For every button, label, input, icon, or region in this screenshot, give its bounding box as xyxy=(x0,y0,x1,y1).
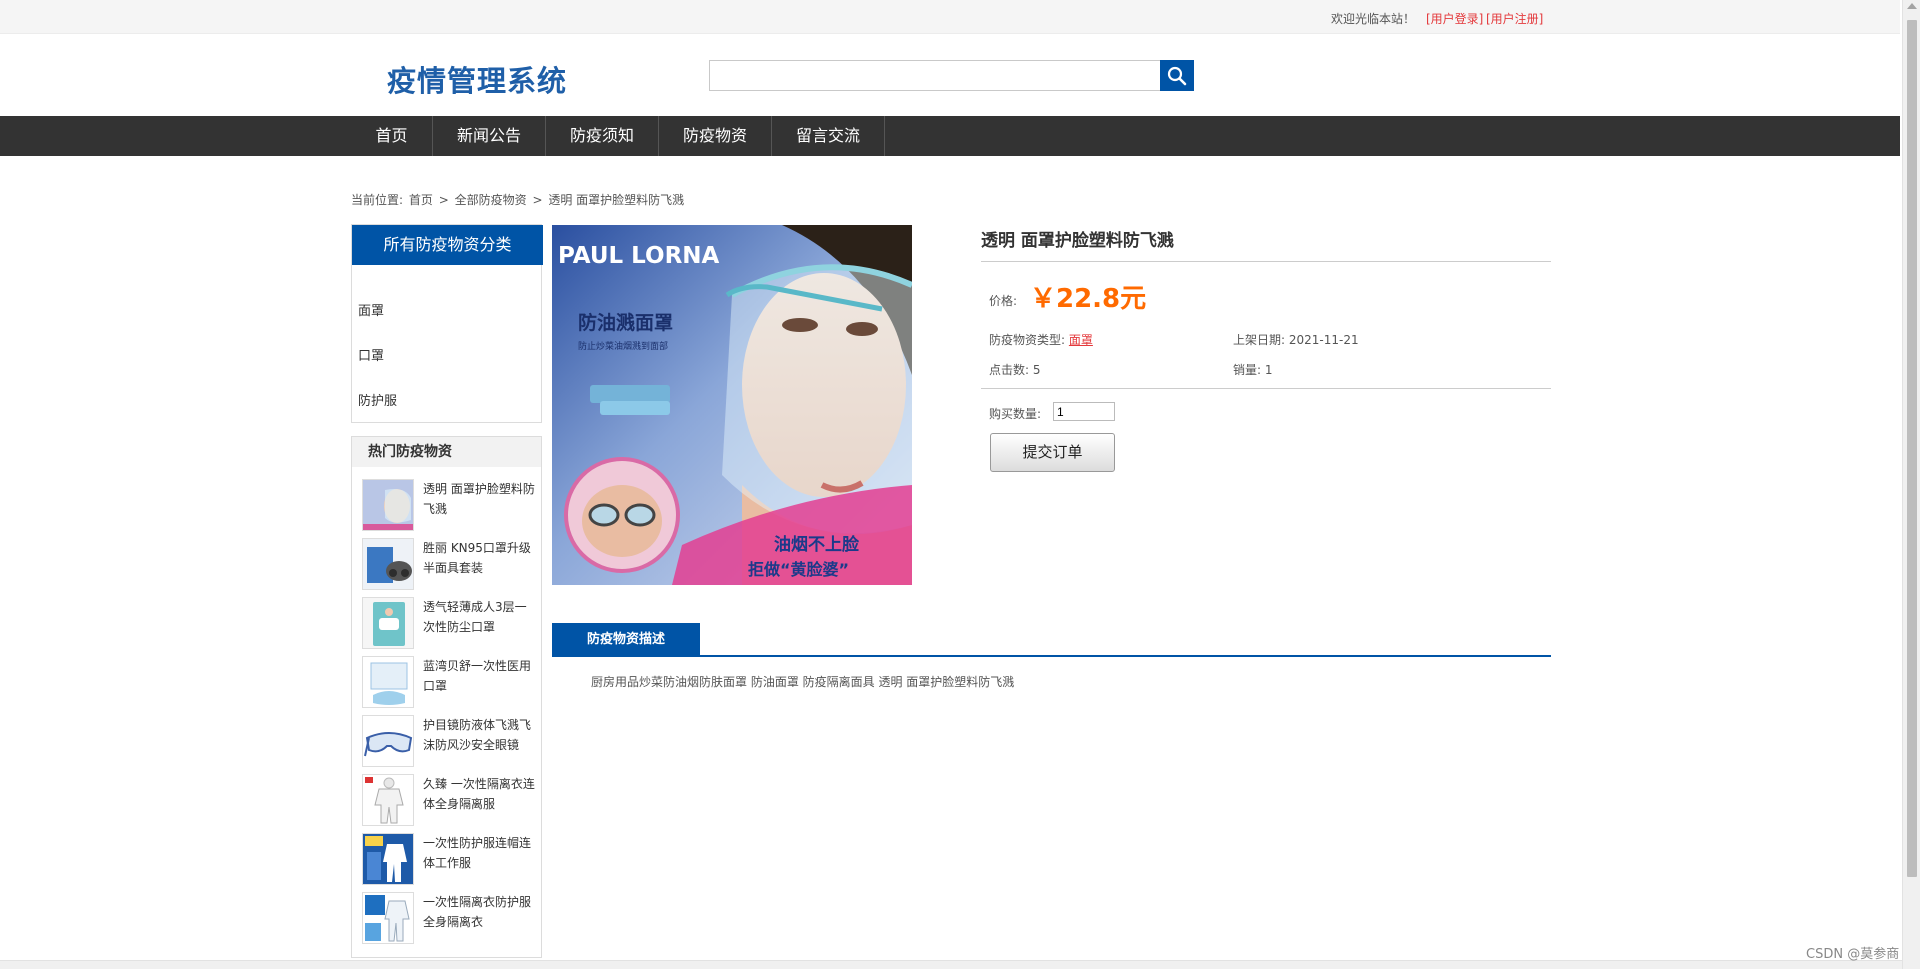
product-image: PAUL LORNA 防油溅面罩 防止炒菜油烟溅到面部 油烟不上脸 拒做“黄脸婆… xyxy=(552,225,912,585)
date-row: 上架日期: 2021-11-21 xyxy=(1233,331,1359,348)
tab-description[interactable]: 防疫物资描述 xyxy=(552,623,700,656)
breadcrumb: 当前位置: 首页 > 全部防疫物资 > 透明 面罩护脸塑料防飞溅 xyxy=(351,191,686,208)
breadcrumb-current: 透明 面罩护脸塑料防飞溅 xyxy=(548,193,685,207)
submit-order-button[interactable]: 提交订单 xyxy=(990,433,1115,472)
welcome-text: 欢迎光临本站！ xyxy=(1331,12,1416,26)
hot-items-title: 热门防疫物资 xyxy=(352,437,541,467)
product-title: 透明 面罩护脸塑料防飞溅 xyxy=(981,231,1174,251)
hot-item-name: 透气轻薄成人3层一次性防尘口罩 xyxy=(423,600,527,634)
vertical-scrollbar[interactable] xyxy=(1902,0,1920,969)
image-slogan-text: 防油溅面罩 xyxy=(578,311,673,334)
quantity-label: 购买数量: xyxy=(989,407,1042,421)
search-icon xyxy=(1167,66,1187,85)
hot-item-thumbnail xyxy=(362,597,414,649)
date-label: 上架日期: xyxy=(1233,333,1286,347)
price-label: 价格: xyxy=(989,294,1018,308)
type-row: 防疫物资类型: 面罩 xyxy=(989,331,1093,348)
divider xyxy=(981,261,1551,262)
category-panel: 所有防疫物资分类 面罩 口罩 防护服 xyxy=(351,224,543,423)
category-item[interactable]: 面罩 xyxy=(358,300,384,319)
hot-item-thumbnail xyxy=(362,479,414,531)
site-logo[interactable]: 疫情管理系统 xyxy=(387,58,567,100)
hot-item[interactable]: 透明 面罩护脸塑料防飞溅 xyxy=(360,479,536,535)
hot-item[interactable]: 久臻 一次性隔离衣连体全身隔离服 xyxy=(360,774,536,830)
hot-item-thumbnail xyxy=(362,774,414,826)
clicks-value: 5 xyxy=(1032,363,1041,377)
hot-item-thumbnail xyxy=(362,892,414,944)
category-item[interactable]: 口罩 xyxy=(358,345,384,364)
clicks-row: 点击数: 5 xyxy=(989,361,1041,378)
hot-item-name: 蓝湾贝舒一次性医用口罩 xyxy=(423,659,532,693)
date-value: 2021-11-21 xyxy=(1288,333,1359,347)
hot-item-thumbnail xyxy=(362,833,414,885)
hot-item-name: 护目镜防液体飞溅飞沫防风沙安全眼镜 xyxy=(423,718,532,752)
register-link[interactable]: [用户注册] xyxy=(1486,10,1543,27)
breadcrumb-home[interactable]: 首页 xyxy=(409,193,433,207)
nav-messages[interactable]: 留言交流 xyxy=(772,116,885,156)
sales-label: 销量: xyxy=(1233,363,1262,377)
image-bottom-text-2: 拒做“黄脸婆” xyxy=(748,560,849,579)
breadcrumb-category[interactable]: 全部防疫物资 xyxy=(455,193,527,207)
category-item[interactable]: 防护服 xyxy=(358,390,397,409)
hot-item[interactable]: 一次性防护服连帽连体工作服 xyxy=(360,833,536,889)
hot-item-name: 一次性隔离衣防护服全身隔离衣 xyxy=(423,895,532,929)
image-bottom-text-1: 油烟不上脸 xyxy=(774,534,860,555)
type-label: 防疫物资类型: xyxy=(989,333,1066,347)
watermark: CSDN @莫参商 xyxy=(1806,947,1900,962)
hot-item[interactable]: 一次性隔离衣防护服全身隔离衣 xyxy=(360,892,536,948)
hot-items-panel: 热门防疫物资 透明 面罩护脸塑料防飞溅 胜丽 KN95口罩升级半面具套装 透气轻… xyxy=(351,436,542,958)
breadcrumb-separator: > xyxy=(532,193,543,207)
top-bar: 欢迎光临本站！ [用户登录] [用户注册] xyxy=(0,0,1900,34)
hot-item-name: 透明 面罩护脸塑料防飞溅 xyxy=(423,482,535,516)
nav-news[interactable]: 新闻公告 xyxy=(433,116,546,156)
image-brand-text: PAUL LORNA xyxy=(558,243,720,269)
image-tagline-text: 防止炒菜油烟溅到面部 xyxy=(578,340,668,352)
hot-item-name: 一次性防护服连帽连体工作服 xyxy=(423,836,532,870)
hot-item-thumbnail xyxy=(362,538,414,590)
category-panel-title: 所有防疫物资分类 xyxy=(352,225,543,265)
hot-item-thumbnail xyxy=(362,656,414,708)
hot-item-name: 久臻 一次性隔离衣连体全身隔离服 xyxy=(423,777,535,811)
search-button[interactable] xyxy=(1160,60,1194,91)
description-divider xyxy=(552,655,1551,657)
hot-item-thumbnail xyxy=(362,715,414,767)
hot-item[interactable]: 护目镜防液体飞溅飞沫防风沙安全眼镜 xyxy=(360,715,536,771)
scroll-up-arrow-icon[interactable] xyxy=(1907,3,1917,9)
type-link[interactable]: 面罩 xyxy=(1069,333,1093,347)
main-nav: 首页 新闻公告 防疫须知 防疫物资 留言交流 xyxy=(0,116,1900,156)
price-value: ￥22.8元 xyxy=(1030,284,1147,314)
breadcrumb-prefix: 当前位置: xyxy=(351,193,404,207)
description-text: 厨房用品炒菜防油烟防肤面罩 防油面罩 防疫隔离面具 透明 面罩护脸塑料防飞溅 xyxy=(591,675,1015,689)
nav-supplies[interactable]: 防疫物资 xyxy=(659,116,772,156)
breadcrumb-separator: > xyxy=(438,193,449,207)
hot-item-name: 胜丽 KN95口罩升级半面具套装 xyxy=(423,541,531,575)
hot-item[interactable]: 胜丽 KN95口罩升级半面具套装 xyxy=(360,538,536,594)
search-input[interactable] xyxy=(709,60,1161,91)
nav-guidelines[interactable]: 防疫须知 xyxy=(546,116,659,156)
sales-value: 1 xyxy=(1264,363,1273,377)
sales-row: 销量: 1 xyxy=(1233,361,1273,378)
horizontal-scrollbar[interactable] xyxy=(0,960,1902,969)
scrollbar-thumb[interactable] xyxy=(1907,20,1917,877)
login-link[interactable]: [用户登录] xyxy=(1426,10,1483,27)
nav-home[interactable]: 首页 xyxy=(351,116,433,156)
hot-item[interactable]: 蓝湾贝舒一次性医用口罩 xyxy=(360,656,536,712)
divider xyxy=(981,388,1551,389)
hot-item[interactable]: 透气轻薄成人3层一次性防尘口罩 xyxy=(360,597,536,653)
clicks-label: 点击数: xyxy=(989,363,1030,377)
quantity-input[interactable] xyxy=(1053,402,1115,421)
